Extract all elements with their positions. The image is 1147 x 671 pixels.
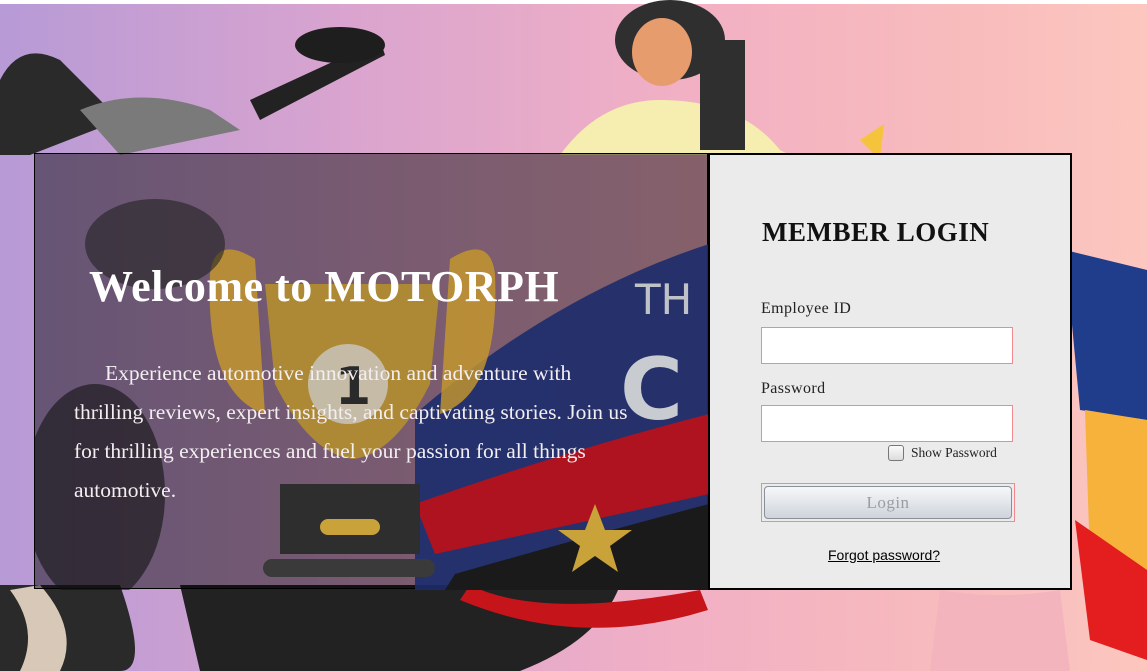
employee-id-input[interactable] xyxy=(761,327,1013,364)
login-button[interactable]: Login xyxy=(764,486,1012,519)
employee-id-label: Employee ID xyxy=(761,300,852,317)
trophy-plate xyxy=(320,519,380,535)
login-panel: MEMBER LOGIN Employee ID Password Show P… xyxy=(708,153,1072,590)
show-password-label: Show Password xyxy=(911,445,997,460)
bike-windshield xyxy=(80,97,240,155)
pink-shape-bottom xyxy=(930,590,1070,671)
forgot-password-link[interactable]: Forgot password? xyxy=(828,547,940,563)
person-face xyxy=(632,18,692,86)
password-label: Password xyxy=(761,380,826,397)
bike-mirror xyxy=(295,27,385,63)
show-password-toggle[interactable]: Show Password xyxy=(888,445,997,461)
login-title: MEMBER LOGIN xyxy=(762,217,990,247)
welcome-panel: TH C 1 Welcome to MOTORPH Experience aut… xyxy=(34,153,709,590)
person-shoulders xyxy=(560,100,790,155)
login-button-frame: Login xyxy=(761,483,1015,522)
welcome-description: Experience automotive innovation and adv… xyxy=(74,361,628,502)
welcome-title: Welcome to MOTORPH xyxy=(89,262,560,311)
bike-body-bottom xyxy=(180,585,620,671)
password-input[interactable] xyxy=(761,405,1013,442)
show-password-checkbox[interactable] xyxy=(888,445,904,461)
flag-blue-shape xyxy=(1065,250,1147,420)
person-hair-back xyxy=(700,40,745,150)
banner-text-th: TH xyxy=(634,275,692,324)
trophy-foot xyxy=(263,559,435,577)
